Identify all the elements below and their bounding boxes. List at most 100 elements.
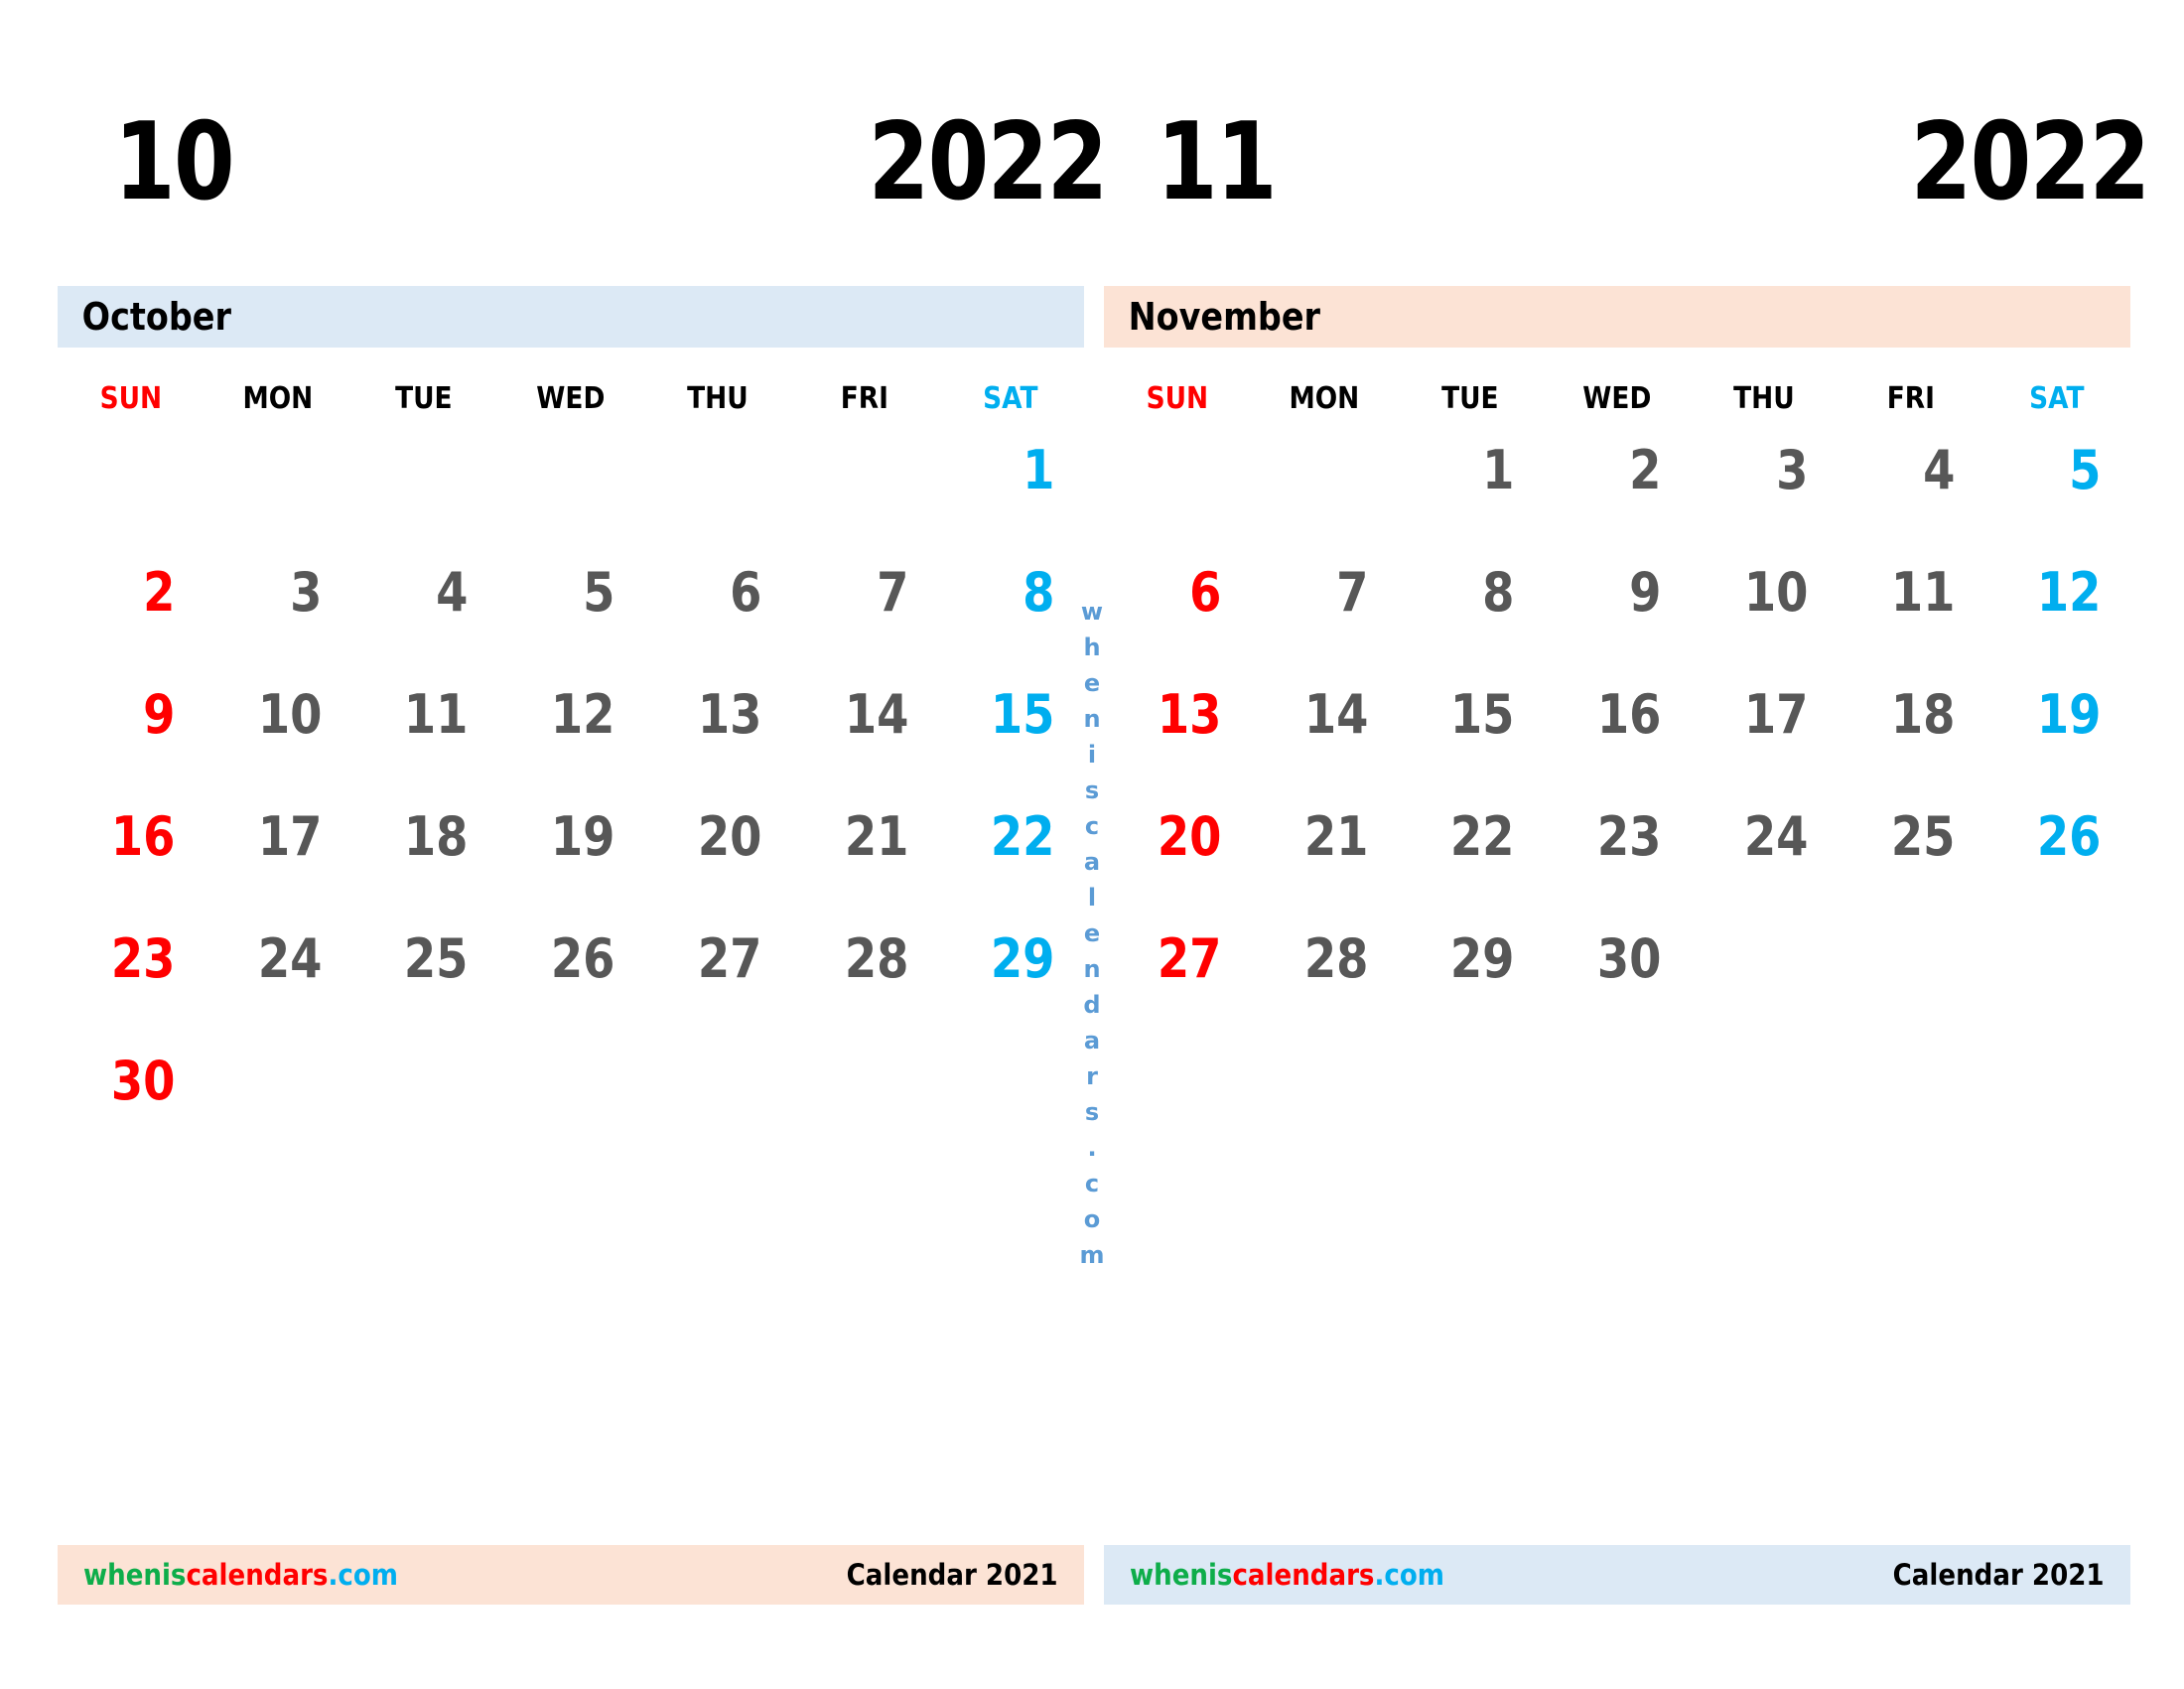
date-cell[interactable]: 16 (1565, 679, 1691, 801)
weekday-tue: TUE (395, 381, 454, 416)
watermark-letter: n (1083, 705, 1101, 733)
date-cell[interactable]: 10 (224, 679, 350, 801)
date-cell[interactable]: 2 (1565, 435, 1691, 557)
date-cell[interactable]: 27 (1125, 923, 1251, 1046)
date-cell-empty (224, 1046, 350, 1168)
weekday-tue: TUE (1441, 381, 1500, 416)
date-cell[interactable]: 23 (78, 923, 205, 1046)
date-cell-empty (2004, 1046, 2130, 1168)
week-row: 1 (58, 435, 1084, 557)
month-name-october: October (81, 295, 231, 339)
watermark-letter: e (1083, 669, 1101, 697)
date-cell[interactable]: 30 (1565, 923, 1691, 1046)
date-cell[interactable]: 9 (78, 679, 205, 801)
watermark-letter: r (1086, 1062, 1098, 1090)
date-cell[interactable]: 30 (78, 1046, 205, 1168)
date-cell[interactable]: 5 (518, 557, 644, 679)
date-cell[interactable]: 23 (1565, 801, 1691, 923)
date-cell-empty (1271, 1046, 1397, 1168)
date-cell[interactable]: 24 (1711, 801, 1838, 923)
date-cell[interactable]: 25 (371, 923, 497, 1046)
date-cell[interactable]: 19 (2004, 679, 2130, 801)
date-cell[interactable]: 25 (1857, 801, 1983, 923)
date-cell[interactable]: 1 (1418, 435, 1544, 557)
date-cell[interactable]: 4 (1857, 435, 1983, 557)
date-cell[interactable]: 3 (224, 557, 350, 679)
date-cell-empty (665, 435, 791, 557)
date-cell[interactable]: 29 (958, 923, 1084, 1046)
date-cell[interactable]: 14 (811, 679, 937, 801)
month-name-november: November (1128, 295, 1321, 339)
date-cell[interactable]: 21 (811, 801, 937, 923)
date-cell[interactable]: 7 (811, 557, 937, 679)
footer-october: wheniscalendars.com Calendar 2021 (58, 1545, 1084, 1605)
date-cell[interactable]: 14 (1271, 679, 1397, 801)
date-cell[interactable]: 24 (224, 923, 350, 1046)
date-cell[interactable]: 8 (1418, 557, 1544, 679)
watermark-letter: d (1083, 991, 1101, 1019)
brand-part-whenis: whenis (1130, 1558, 1233, 1592)
date-cell[interactable]: 29 (1418, 923, 1544, 1046)
headline-panel-october: 10 2022 (74, 109, 1117, 246)
month-number-october: 10 (114, 100, 235, 224)
weekday-mon: MON (1289, 381, 1359, 416)
brand-wheniscalendars[interactable]: wheniscalendars.com (83, 1558, 398, 1592)
date-cell-empty (224, 435, 350, 557)
date-cell[interactable]: 13 (665, 679, 791, 801)
watermark-letter: m (1079, 1241, 1105, 1269)
date-cell[interactable]: 12 (2004, 557, 2130, 679)
date-cell[interactable]: 19 (518, 801, 644, 923)
brand-wheniscalendars[interactable]: wheniscalendars.com (1130, 1558, 1444, 1592)
date-cell[interactable]: 21 (1271, 801, 1397, 923)
weekday-fri: FRI (840, 381, 888, 416)
date-cell-empty (1418, 1046, 1544, 1168)
date-cell[interactable]: 26 (2004, 801, 2130, 923)
watermark-vertical: wheniscalendars.com (1070, 594, 1114, 1273)
date-cell[interactable]: 15 (1418, 679, 1544, 801)
date-cell[interactable]: 2 (78, 557, 205, 679)
date-cell[interactable]: 26 (518, 923, 644, 1046)
week-row: 13 14 15 16 17 18 19 (1104, 679, 2130, 801)
date-cell[interactable]: 20 (665, 801, 791, 923)
watermark-letter: s (1084, 1098, 1100, 1126)
week-row: 20 21 22 23 24 25 26 (1104, 801, 2130, 923)
date-cell[interactable]: 18 (1857, 679, 1983, 801)
date-cell[interactable]: 20 (1125, 801, 1251, 923)
date-cell[interactable]: 12 (518, 679, 644, 801)
date-cell-empty (1857, 1046, 1983, 1168)
date-cell[interactable]: 7 (1271, 557, 1397, 679)
date-cell[interactable]: 28 (1271, 923, 1397, 1046)
date-cell[interactable]: 11 (1857, 557, 1983, 679)
year-october: 2022 (869, 100, 1109, 224)
date-cell[interactable]: 15 (958, 679, 1084, 801)
weekday-header-november: SUN MON TUE WED THU FRI SAT (1104, 379, 2130, 435)
date-cell-empty (1125, 435, 1251, 557)
date-cell[interactable]: 6 (1125, 557, 1251, 679)
headline-row: 10 2022 11 2022 (0, 109, 2184, 246)
date-cell[interactable]: 8 (958, 557, 1084, 679)
date-cell[interactable]: 17 (1711, 679, 1838, 801)
date-cell[interactable]: 3 (1711, 435, 1838, 557)
date-cell-empty (811, 1046, 937, 1168)
date-cell[interactable]: 11 (371, 679, 497, 801)
date-cell[interactable]: 16 (78, 801, 205, 923)
week-row: 12345 (1104, 435, 2130, 557)
date-cell[interactable]: 5 (2004, 435, 2130, 557)
date-cell[interactable]: 13 (1125, 679, 1251, 801)
date-cell[interactable]: 22 (958, 801, 1084, 923)
date-cell[interactable]: 17 (224, 801, 350, 923)
date-cell[interactable]: 27 (665, 923, 791, 1046)
date-cell[interactable]: 4 (371, 557, 497, 679)
date-cell[interactable]: 18 (371, 801, 497, 923)
date-cell[interactable]: 6 (665, 557, 791, 679)
week-row: 30 (58, 1046, 1084, 1168)
week-row: 2345678 (58, 557, 1084, 679)
watermark-letter: w (1080, 598, 1104, 626)
date-cell[interactable]: 9 (1565, 557, 1691, 679)
watermark-letter: n (1083, 955, 1101, 983)
watermark-letter: c (1084, 812, 1100, 840)
date-cell[interactable]: 22 (1418, 801, 1544, 923)
date-cell[interactable]: 1 (958, 435, 1084, 557)
date-cell[interactable]: 10 (1711, 557, 1838, 679)
date-cell[interactable]: 28 (811, 923, 937, 1046)
